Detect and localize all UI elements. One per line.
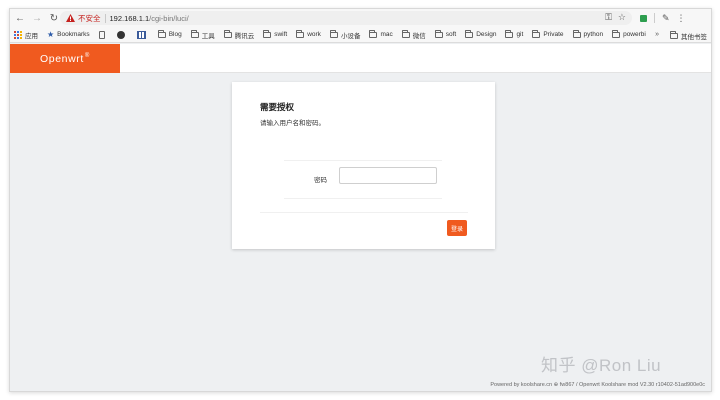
toolbar-divider [654,13,655,23]
bookmark-folder-blog[interactable]: Blog [157,29,182,38]
bookmark-folder-devices[interactable]: 小设备 [329,29,361,40]
star-icon: ★ [47,30,55,39]
watermark-text: 知乎 @Ron Liu [541,356,662,375]
folder-icon [190,29,199,38]
menu-icon[interactable]: ⋮ [677,13,686,24]
folder-icon [401,29,410,38]
bookmark-label: swift [274,31,288,38]
bookmark-folder-private[interactable]: Private [532,29,564,38]
folder-icon [612,29,621,38]
bookmark-other-folder[interactable]: 其他书签 [670,31,707,41]
folder-icon [505,29,514,38]
insecure-label: 不安全 [78,13,101,23]
document-icon [98,30,105,39]
folder-icon [369,29,378,38]
bookmark-label: Bookmarks [57,31,90,38]
bookmark-label: 微信 [412,32,426,40]
bookmark-folder-python[interactable]: python [572,29,604,38]
page-header: Openwrt ® [10,44,711,73]
brand-name: Openwrt [40,52,84,65]
bookmark-folder-git[interactable]: git [505,29,524,38]
bookmarks-bar: 应用 ★ Bookmarks Blog 工具 腾讯云 swift work 小设… [10,27,711,43]
bookmark-folder-mac[interactable]: mac [369,29,393,38]
apps-icon [14,30,22,39]
warning-icon [66,14,75,22]
bookmark-label: python [583,31,604,38]
bookmark-folder-powerbi[interactable]: powerbi [612,29,646,38]
folder-icon [263,29,272,38]
brand-logo[interactable]: Openwrt ® [10,44,120,73]
bookmark-label: powerbi [623,31,646,38]
bookmark-folder-wechat[interactable]: 微信 [401,29,426,40]
folder-icon [296,29,305,38]
extension-icon[interactable] [640,14,647,22]
bookmark-label: Private [543,31,564,38]
key-icon[interactable]: ⚿ [605,12,612,23]
bookmark-folder-tencent-cloud[interactable]: 腾讯云 [223,29,255,40]
bookmark-document[interactable] [98,30,108,39]
columns-icon [136,30,146,39]
url-path: /cgi-bin/luci/ [149,13,189,23]
bookmarks-overflow-button[interactable]: » [655,31,659,38]
password-field-group: 密码 [284,160,442,199]
circle-icon [116,30,125,39]
folder-icon [670,31,678,39]
bookmark-folder-soft[interactable]: soft [434,29,457,38]
password-label: 密码 [314,177,327,184]
bookmark-label: 工具 [201,32,215,40]
folder-icon [223,29,232,38]
folder-icon [532,29,541,38]
bookmark-label: 腾讯云 [234,32,255,40]
bookmark-bookmarks[interactable]: ★ Bookmarks [47,30,90,39]
bookmark-folder-tools[interactable]: 工具 [190,29,215,40]
password-input[interactable] [339,167,437,184]
bookmark-columns[interactable] [136,30,149,39]
pen-icon[interactable]: ✎ [662,13,670,24]
login-title: 需要授权 [260,102,295,112]
back-arrow-icon[interactable]: ← [13,11,27,25]
bookmark-label: mac [380,31,393,38]
bookmark-label: work [307,31,321,38]
url-host: 192.168.1.1 [109,13,150,23]
login-description: 请输入用户名和密码。 [260,120,325,127]
folder-icon [157,29,166,38]
footer-text: Powered by koolshare.cn ⊕ fw867 / Openwr… [490,382,705,388]
folder-icon [572,29,581,38]
folder-icon [465,29,474,38]
bookmark-folder-swift[interactable]: swift [263,29,288,38]
address-bar[interactable]: 不安全 192.168.1.1 /cgi-bin/luci/ ⚿ ☆ [60,11,632,25]
folder-icon [434,29,443,38]
browser-toolbar: ← → ↻ 不安全 192.168.1.1 /cgi-bin/luci/ ⚿ ☆… [10,9,711,27]
bookmark-label: 应用 [25,32,38,40]
login-card: 需要授权 请输入用户名和密码。 密码 登录 [232,82,495,249]
card-divider [260,212,468,213]
bookmark-folder-work[interactable]: work [296,29,321,38]
folder-icon [329,29,338,38]
forward-arrow-icon[interactable]: → [30,11,44,25]
bookmark-label: soft [445,31,457,38]
login-button[interactable]: 登录 [447,220,467,236]
bookmark-label: 其他书签 [681,34,707,41]
page-content: Openwrt ® 需要授权 请输入用户名和密码。 密码 登录 知乎 @Ron L… [10,44,711,391]
bookmark-label: git [516,31,524,38]
reload-icon[interactable]: ↻ [47,11,61,25]
bookmark-folder-design[interactable]: Design [465,29,497,38]
extension-area: ✎ ⋮ [640,11,686,25]
omnibox-actions: ⚿ ☆ [605,12,626,23]
star-icon[interactable]: ☆ [618,12,626,23]
bookmark-circle[interactable] [116,30,128,39]
browser-window: ← → ↻ 不安全 192.168.1.1 /cgi-bin/luci/ ⚿ ☆… [9,8,712,392]
url-separator [104,13,106,23]
brand-mark: ® [84,52,90,59]
bookmark-apps[interactable]: 应用 [14,30,38,40]
bookmark-label: Blog [168,31,182,38]
bookmark-label: Design [476,31,497,38]
bookmark-label: 小设备 [340,32,361,40]
